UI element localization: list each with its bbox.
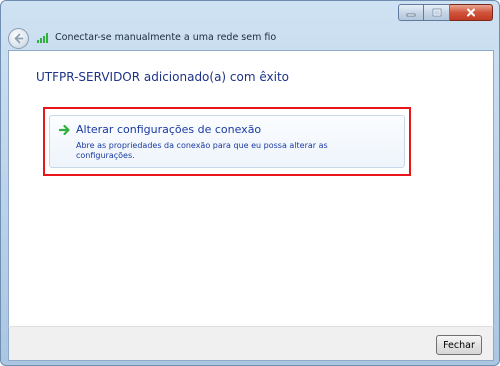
content-area: UTFPR-SERVIDOR adicionado(a) com êxito A… — [8, 50, 494, 326]
page-heading: UTFPR-SERVIDOR adicionado(a) com êxito — [36, 70, 290, 84]
window-title: Conectar-se manualmente a uma rede sem f… — [55, 32, 277, 43]
command-link-title: Alterar configurações de conexão — [76, 123, 262, 136]
back-button[interactable] — [8, 28, 29, 49]
close-button[interactable]: Fechar — [436, 335, 482, 355]
command-link-description: Abre as propriedades da conexão para que… — [76, 141, 328, 160]
wizard-window: Conectar-se manualmente a uma rede sem f… — [0, 0, 500, 366]
change-connection-settings-link[interactable]: Alterar configurações de conexão Abre as… — [49, 115, 405, 168]
back-arrow-icon — [14, 33, 24, 44]
minimize-icon — [406, 13, 416, 16]
close-icon — [467, 8, 475, 17]
maximize-button[interactable] — [424, 4, 450, 21]
caption-buttons — [398, 4, 493, 21]
wireless-signal-icon — [37, 33, 51, 43]
green-arrow-icon — [59, 124, 70, 136]
close-window-button[interactable] — [450, 4, 493, 21]
title-bar: Conectar-se manualmente a uma rede sem f… — [1, 1, 499, 49]
minimize-button[interactable] — [398, 4, 424, 21]
maximize-icon — [432, 8, 441, 17]
footer-bar: Fechar — [8, 326, 494, 361]
